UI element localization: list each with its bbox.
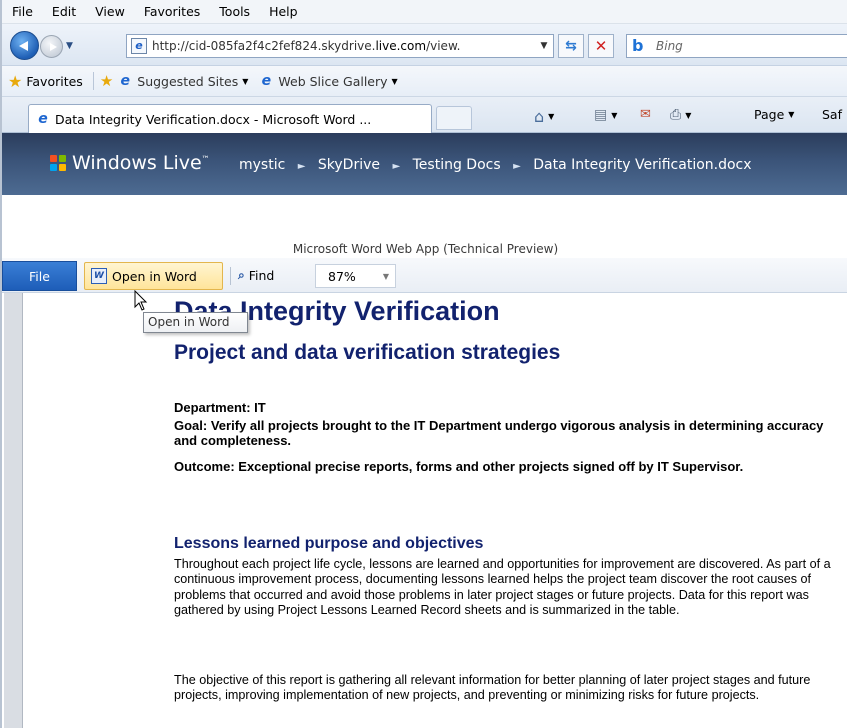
document-subtitle: Project and data verification strategies xyxy=(174,341,561,364)
binoculars-icon: ⌕ xyxy=(238,268,245,282)
favorites-bar: ★ Favorites ★ e Suggested Sites ▼ e Web … xyxy=(2,66,847,97)
navigation-bar: ▼ e http://cid-085fa2f4c2fef824.skydrive… xyxy=(2,24,847,66)
open-in-word-tooltip: Open in Word xyxy=(143,312,248,333)
safety-menu[interactable]: Saf xyxy=(822,107,842,122)
outcome-line: Outcome: Exceptional precise reports, fo… xyxy=(174,459,744,474)
windows-live-logo-icon[interactable] xyxy=(50,155,67,172)
breadcrumb-arrow-icon: ► xyxy=(297,161,306,172)
department-line: Department: IT xyxy=(174,400,266,415)
forward-button[interactable] xyxy=(40,35,63,58)
chevron-down-icon: ▼ xyxy=(242,76,249,86)
mouse-cursor-icon xyxy=(134,290,148,311)
menu-edit[interactable]: Edit xyxy=(52,4,76,19)
address-bar[interactable]: e http://cid-085fa2f4c2fef824.skydrive.l… xyxy=(126,34,554,58)
tab-active[interactable]: e Data Integrity Verification.docx - Mic… xyxy=(28,104,432,133)
document-page[interactable]: Data Integrity Verification Project and … xyxy=(23,293,847,728)
address-url[interactable]: http://cid-085fa2f4c2fef824.skydrive.liv… xyxy=(152,39,535,53)
section-heading: Lessons learned purpose and objectives xyxy=(174,535,484,552)
stop-button[interactable]: ✕ xyxy=(588,34,614,58)
windows-live-brand[interactable]: Windows Live™ xyxy=(72,152,210,174)
browser-window: File Edit View Favorites Tools Help ▼ e … xyxy=(0,0,847,728)
word-toolbar: File W Open in Word ⌕ Find 87% ▼ xyxy=(2,258,847,293)
breadcrumb-folder[interactable]: Testing Docs xyxy=(413,157,501,173)
new-tab-button[interactable] xyxy=(436,106,472,130)
document-gutter xyxy=(4,293,23,728)
ie-icon: e xyxy=(261,73,272,89)
ie-page-icon: e xyxy=(131,38,147,54)
chevron-down-icon: ▼ xyxy=(788,110,795,119)
mail-icon: ✉ xyxy=(640,107,651,122)
goal-line: Goal: Verify all projects brought to the… xyxy=(174,418,824,448)
print-button[interactable]: ⎙ ▼ xyxy=(670,107,691,123)
ie-icon: e xyxy=(38,111,48,127)
paragraph: Throughout each project life cycle, less… xyxy=(174,557,831,617)
open-in-word-button[interactable]: W Open in Word xyxy=(84,262,223,290)
breadcrumb-user[interactable]: mystic xyxy=(239,157,285,173)
suggested-sites-button[interactable]: e Suggested Sites ▼ xyxy=(117,73,249,89)
add-to-favorites-bar-icon[interactable]: ★ xyxy=(100,72,113,90)
breadcrumb-skydrive[interactable]: SkyDrive xyxy=(318,157,380,173)
tab-bar: e Data Integrity Verification.docx - Mic… xyxy=(2,97,847,133)
feeds-button[interactable]: ▤ ▼ xyxy=(594,107,617,123)
breadcrumb-arrow-icon: ► xyxy=(392,161,401,172)
word-icon: W xyxy=(91,268,107,284)
tab-title: Data Integrity Verification.docx - Micro… xyxy=(55,111,372,127)
favorites-separator xyxy=(92,72,94,90)
chevron-down-icon: ▼ xyxy=(391,76,398,86)
breadcrumb-arrow-icon: ► xyxy=(513,161,521,172)
find-button[interactable]: ⌕ Find xyxy=(238,268,274,283)
home-icon: ⌂ xyxy=(534,107,545,126)
web-slice-gallery-button[interactable]: e Web Slice Gallery ▼ xyxy=(258,73,398,89)
search-box[interactable]: b Bing xyxy=(626,34,847,58)
breadcrumb: mystic ► SkyDrive ► Testing Docs ► Data … xyxy=(239,157,752,173)
toolbar-separator xyxy=(230,267,231,285)
menu-tools[interactable]: Tools xyxy=(219,4,250,19)
menu-file[interactable]: File xyxy=(12,4,33,19)
chevron-down-icon[interactable]: ▼ xyxy=(611,111,617,120)
menu-help[interactable]: Help xyxy=(269,4,298,19)
windows-live-header: Windows Live™ mystic ► SkyDrive ► Testin… xyxy=(2,133,847,195)
bing-icon: b xyxy=(632,36,644,55)
search-placeholder[interactable]: Bing xyxy=(656,39,683,53)
print-icon: ⎙ xyxy=(670,107,682,123)
zoom-select[interactable]: 87% ▼ xyxy=(315,264,396,288)
home-button[interactable]: ⌂ ▼ xyxy=(534,107,554,126)
app-title: Microsoft Word Web App (Technical Previe… xyxy=(292,242,559,256)
paragraph: The objective of this report is gatherin… xyxy=(174,673,811,703)
chevron-down-icon[interactable]: ▼ xyxy=(383,272,389,281)
favorites-star-icon[interactable]: ★ xyxy=(8,72,22,91)
breadcrumb-document: Data Integrity Verification.docx xyxy=(533,157,752,173)
menu-favorites[interactable]: Favorites xyxy=(144,4,200,19)
read-mail-button[interactable]: ✉ xyxy=(640,107,651,122)
compatibility-refresh-button[interactable]: ⇆ xyxy=(558,34,584,58)
page-menu[interactable]: Page ▼ xyxy=(754,107,794,122)
address-dropdown-icon[interactable]: ▼ xyxy=(535,41,553,51)
history-dropdown-icon[interactable]: ▼ xyxy=(66,41,73,51)
back-button[interactable] xyxy=(10,31,39,60)
feed-icon: ▤ xyxy=(594,107,608,123)
ie-icon: e xyxy=(120,73,131,89)
file-button[interactable]: File xyxy=(2,261,77,291)
menu-view[interactable]: View xyxy=(95,4,125,19)
chevron-down-icon[interactable]: ▼ xyxy=(685,111,691,120)
chevron-down-icon[interactable]: ▼ xyxy=(548,112,554,121)
menu-bar: File Edit View Favorites Tools Help xyxy=(2,0,847,24)
favorites-button[interactable]: Favorites xyxy=(26,74,82,89)
